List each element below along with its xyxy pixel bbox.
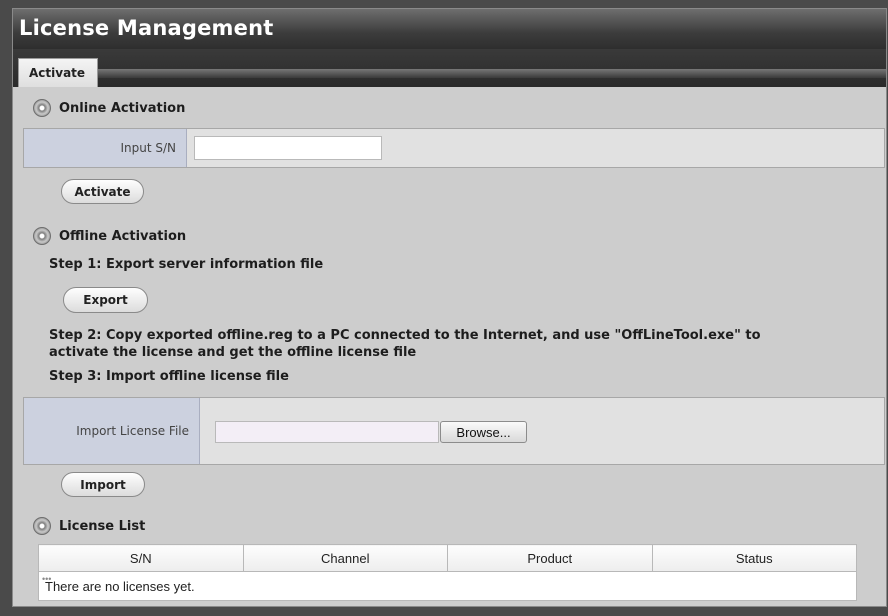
tab-divider: [95, 69, 886, 78]
import-license-row: Import License File Browse...: [23, 397, 885, 465]
column-header-channel[interactable]: Channel: [242, 544, 448, 572]
column-header-product[interactable]: Product: [447, 544, 653, 572]
serial-number-row: Input S/N: [23, 128, 885, 168]
step-2-text-line-1: Step 2: Copy exported offline.reg to a P…: [49, 328, 761, 343]
license-management-window: License Management Activate Online Activ…: [12, 8, 887, 607]
column-header-sn[interactable]: S/N: [38, 544, 244, 572]
title-bar: License Management: [13, 9, 886, 49]
empty-message-cell: ••• There are no licenses yet.: [38, 571, 857, 601]
license-table: S/N Channel Product Status ••• There are…: [38, 544, 857, 601]
browse-button[interactable]: Browse...: [440, 421, 527, 443]
import-license-label: Import License File: [24, 398, 200, 464]
column-header-status[interactable]: Status: [651, 544, 857, 572]
activate-panel: Online Activation Input S/N Activate Off…: [13, 87, 886, 606]
step-1-text: Step 1: Export server information file: [49, 257, 324, 272]
offline-activation-title: Offline Activation: [59, 228, 187, 244]
offline-activation-heading: Offline Activation: [33, 227, 186, 245]
loading-dots-icon: •••: [42, 574, 52, 584]
disc-icon: [33, 517, 51, 535]
page-title: License Management: [19, 16, 274, 40]
tab-strip: Activate: [13, 49, 886, 88]
import-button[interactable]: Import: [61, 472, 145, 497]
license-file-path-field[interactable]: [215, 421, 439, 443]
online-activation-heading: Online Activation: [33, 99, 185, 117]
disc-icon: [33, 227, 51, 245]
online-activation-title: Online Activation: [59, 100, 186, 116]
tab-activate[interactable]: Activate: [18, 58, 98, 88]
license-list-title: License List: [59, 518, 146, 534]
table-row: ••• There are no licenses yet.: [38, 571, 857, 601]
serial-number-label: Input S/N: [24, 129, 187, 167]
license-table-header: S/N Channel Product Status: [38, 544, 857, 572]
step-3-text: Step 3: Import offline license file: [49, 369, 289, 384]
activate-button[interactable]: Activate: [61, 179, 144, 204]
disc-icon: [33, 99, 51, 117]
empty-message: There are no licenses yet.: [45, 578, 195, 594]
license-list-heading: License List: [33, 517, 145, 535]
step-2-text-line-2: activate the license and get the offline…: [49, 345, 417, 360]
serial-number-input[interactable]: [194, 136, 382, 160]
export-button[interactable]: Export: [63, 287, 148, 313]
